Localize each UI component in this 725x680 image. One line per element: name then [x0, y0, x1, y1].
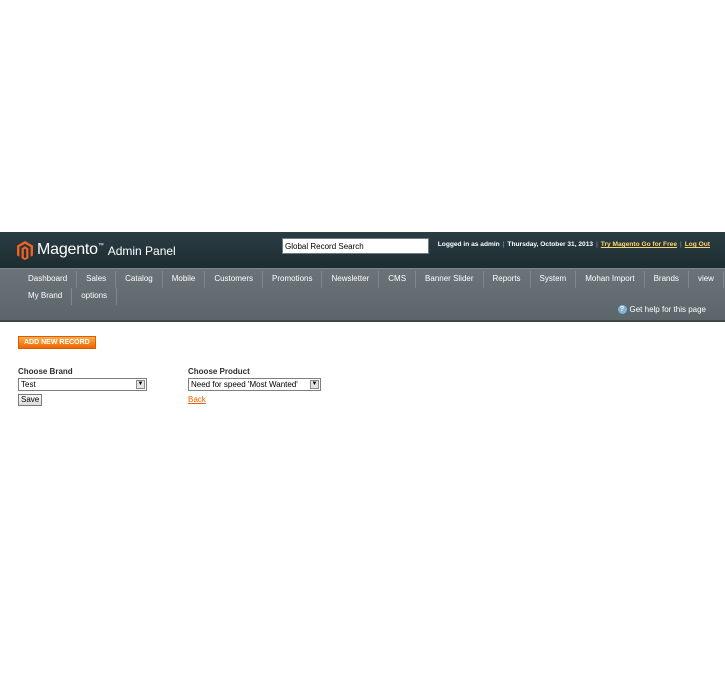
back-link[interactable]: Back: [188, 395, 206, 404]
nav-item-reports[interactable]: Reports: [484, 271, 531, 288]
chevron-down-icon: ▼: [310, 380, 319, 389]
logo[interactable]: Magento™ Admin Panel: [17, 239, 176, 261]
nav-item-newsletter[interactable]: Newsletter: [322, 271, 380, 288]
date-text: Thursday, October 31, 2013: [507, 241, 594, 248]
nav-item-view[interactable]: view: [689, 271, 724, 288]
admin-app: Magento™ Admin Panel Logged in as admin|…: [0, 232, 725, 442]
brand-name: Magento™: [37, 241, 104, 258]
nav-item-my-brand[interactable]: My Brand: [19, 288, 73, 305]
choose-product-label: Choose Product: [188, 367, 250, 376]
nav-row-2: My Brand options: [19, 288, 118, 305]
logged-in-text: Logged in as admin: [437, 241, 500, 248]
brand-suffix: Admin Panel: [107, 244, 176, 258]
help-link[interactable]: ? Get help for this page: [617, 305, 707, 314]
nav-item-catalog[interactable]: Catalog: [116, 271, 163, 288]
main-navigation: Dashboard Sales Catalog Mobile Customers…: [0, 268, 725, 322]
nav-item-banner-slider[interactable]: Banner Slider: [416, 271, 484, 288]
nav-item-options[interactable]: options: [72, 288, 118, 305]
nav-item-cms[interactable]: CMS: [379, 271, 417, 288]
nav-item-brands[interactable]: Brands: [645, 271, 689, 288]
nav-item-system[interactable]: System: [531, 271, 577, 288]
nav-item-sales[interactable]: Sales: [77, 271, 117, 288]
nav-item-mohan-import[interactable]: Mohan Import: [576, 271, 645, 288]
save-button[interactable]: Save: [18, 394, 43, 406]
logout-link[interactable]: Log Out: [685, 241, 710, 248]
product-selected-value: Need for speed 'Most Wanted': [191, 380, 298, 389]
help-text: Get help for this page: [629, 305, 707, 314]
nav-item-mobile[interactable]: Mobile: [163, 271, 206, 288]
magento-logo-icon: [17, 240, 33, 260]
header-bar: Magento™ Admin Panel Logged in as admin|…: [0, 232, 725, 268]
nav-row-1: Dashboard Sales Catalog Mobile Customers…: [19, 271, 724, 288]
global-search-input[interactable]: [282, 238, 429, 254]
nav-item-promotions[interactable]: Promotions: [263, 271, 323, 288]
nav-item-dashboard[interactable]: Dashboard: [19, 271, 78, 288]
product-select[interactable]: Need for speed 'Most Wanted' ▼: [188, 378, 321, 391]
try-magento-go-link[interactable]: Try Magento Go for Free: [601, 241, 677, 248]
header-links: Logged in as admin | Thursday, October 31,…: [437, 241, 710, 248]
nav-item-customers[interactable]: Customers: [205, 271, 263, 288]
brand-selected-value: Test: [21, 380, 36, 389]
help-icon: ?: [617, 305, 627, 314]
chevron-down-icon: ▼: [136, 380, 145, 389]
content-area: ADD NEW RECORD Choose Brand Test ▼ Choos…: [0, 322, 725, 442]
brand-select[interactable]: Test ▼: [18, 378, 147, 391]
choose-brand-label: Choose Brand: [18, 367, 73, 376]
add-new-record-button[interactable]: ADD NEW RECORD: [18, 336, 96, 349]
